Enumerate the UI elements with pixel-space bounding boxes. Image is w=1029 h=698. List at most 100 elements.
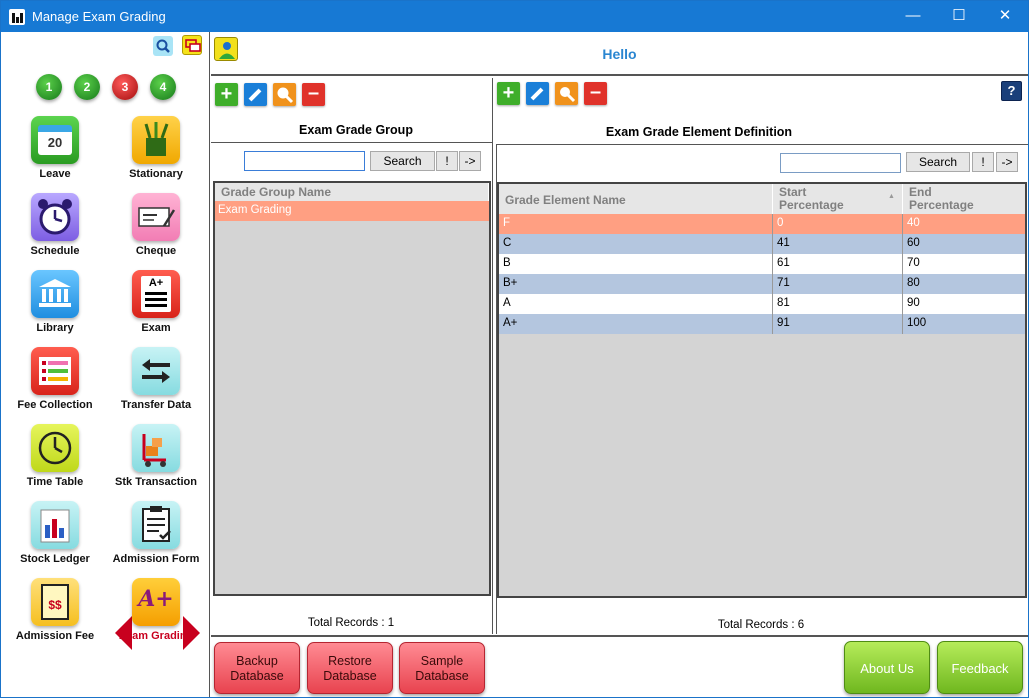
minimize-button[interactable]: — (890, 1, 936, 32)
table-cell: 40 (907, 217, 920, 229)
group-grid: Grade Group Name Exam Grading (213, 181, 491, 596)
element-grid-header: Grade Element Name Start Percentage ▲ En… (499, 184, 1025, 214)
about-us-button[interactable]: About Us (844, 641, 930, 694)
table-cell: B+ (499, 274, 773, 294)
exam-grading-icon: A+ (132, 578, 180, 626)
table-row[interactable]: Exam Grading (215, 201, 489, 221)
windows-icon[interactable] (182, 35, 202, 55)
element-clear-button[interactable]: ! (972, 152, 994, 172)
table-cell: 71 (773, 274, 903, 294)
transfer-data-icon (132, 347, 180, 395)
table-cell: 81 (773, 294, 903, 314)
maximize-button[interactable]: ☐ (936, 1, 982, 32)
tile-stk-transaction[interactable]: Stk Transaction (106, 424, 206, 498)
table-row[interactable]: B+ 71 80 (499, 274, 1025, 294)
find-group-button[interactable] (273, 83, 296, 106)
step-3-button[interactable]: 3 (112, 74, 138, 100)
feedback-button[interactable]: Feedback (937, 641, 1023, 694)
column-header-name[interactable]: Grade Element Name (499, 184, 773, 214)
tile-admission-form[interactable]: Admission Form (106, 501, 206, 575)
element-search-button[interactable]: Search (906, 152, 970, 172)
table-row[interactable]: F 0 40 (499, 214, 1025, 234)
close-button[interactable]: ✕ (982, 1, 1028, 32)
table-cell: 91 (773, 314, 903, 334)
grade-element-panel: + – ? Exam Grade Element Definition Sear… (494, 78, 1028, 634)
table-cell: 100 (907, 317, 927, 329)
edit-element-button[interactable] (526, 82, 549, 105)
table-cell: C (499, 234, 773, 254)
tile-exam[interactable]: A+ Exam (106, 270, 206, 344)
edit-group-button[interactable] (244, 83, 267, 106)
add-group-button[interactable]: + (215, 83, 238, 106)
grade-group-panel: + – Exam Grade Group Search ! -> Grade G… (211, 78, 493, 634)
search-icon[interactable] (153, 36, 173, 56)
column-header-end[interactable]: End Percentage (903, 184, 1025, 214)
backup-database-button[interactable]: Backup Database (214, 642, 300, 694)
table-cell: 0 (773, 214, 903, 234)
tile-label: Cheque (135, 245, 177, 257)
stock-ledger-icon (31, 501, 79, 549)
step-1-button[interactable]: 1 (36, 74, 62, 100)
library-icon (31, 270, 79, 318)
tile-admission-fee[interactable]: $$ Admission Fee (5, 578, 105, 652)
alarm-clock-icon (31, 193, 79, 241)
tile-label: Transfer Data (120, 399, 192, 411)
table-cell: 60 (907, 237, 920, 249)
element-total-records: Total Records : 6 (717, 619, 805, 631)
element-search-input[interactable] (780, 153, 901, 173)
group-panel-title: Exam Grade Group (299, 123, 413, 137)
tile-stock-ledger[interactable]: Stock Ledger (5, 501, 105, 575)
table-row[interactable]: A+ 91 100 (499, 314, 1025, 334)
tile-cheque[interactable]: Cheque (106, 193, 206, 267)
greeting-text: Hello (602, 46, 637, 62)
table-row[interactable]: B 61 70 (499, 254, 1025, 274)
app-window: Manage Exam Grading — ☐ ✕ 1 2 3 4 20 Lea… (0, 0, 1029, 698)
grading-icon-text: A+ (138, 586, 174, 612)
tile-fee-collection[interactable]: Fee Collection (5, 347, 105, 421)
element-grid: Grade Element Name Start Percentage ▲ En… (497, 182, 1027, 598)
header: Hello (211, 32, 1028, 76)
find-element-button[interactable] (555, 82, 578, 105)
sample-database-button[interactable]: Sample Database (399, 642, 485, 694)
delete-element-button[interactable]: – (584, 82, 607, 105)
tile-leave[interactable]: 20 Leave (5, 116, 105, 190)
calendar-icon: 20 (31, 116, 79, 164)
group-search-input[interactable] (244, 151, 365, 171)
add-element-button[interactable]: + (497, 82, 520, 105)
group-next-button[interactable]: -> (459, 151, 481, 171)
table-cell: A (499, 294, 773, 314)
table-row[interactable]: A 81 90 (499, 294, 1025, 314)
table-cell: 80 (907, 277, 920, 289)
tile-stationary[interactable]: Stationary (106, 116, 206, 190)
clock-icon (31, 424, 79, 472)
step-2-button[interactable]: 2 (74, 74, 100, 100)
element-panel-title: Exam Grade Element Definition (605, 125, 793, 139)
tile-label: Stationary (129, 168, 183, 180)
column-header[interactable]: Grade Group Name (215, 183, 489, 201)
table-cell: F (499, 214, 773, 234)
restore-database-button[interactable]: Restore Database (307, 642, 393, 694)
column-header-start[interactable]: Start Percentage (773, 184, 903, 214)
stationary-icon (132, 116, 180, 164)
group-search-button[interactable]: Search (370, 151, 435, 171)
tile-time-table[interactable]: Time Table (5, 424, 105, 498)
sidebar: 1 2 3 4 20 Leave Stationary Schedule Che… (1, 32, 210, 697)
group-grid-header: Grade Group Name (215, 183, 489, 201)
bottom-bar: Backup Database Restore Database Sample … (211, 635, 1028, 697)
next-arrow-icon[interactable] (183, 616, 200, 650)
exam-icon: A+ (132, 270, 180, 318)
stock-transaction-icon (132, 424, 180, 472)
delete-group-button[interactable]: – (302, 83, 325, 106)
tile-schedule[interactable]: Schedule (5, 193, 105, 267)
element-next-button[interactable]: -> (996, 152, 1018, 172)
table-cell: 61 (773, 254, 903, 274)
step-4-button[interactable]: 4 (150, 74, 176, 100)
tile-library[interactable]: Library (5, 270, 105, 344)
tile-label: Exam (141, 322, 171, 334)
cheque-icon (132, 193, 180, 241)
group-clear-button[interactable]: ! (436, 151, 458, 171)
tile-transfer-data[interactable]: Transfer Data (106, 347, 206, 421)
help-icon[interactable]: ? (1001, 81, 1022, 101)
table-row[interactable]: C 41 60 (499, 234, 1025, 254)
table-cell: B (499, 254, 773, 274)
